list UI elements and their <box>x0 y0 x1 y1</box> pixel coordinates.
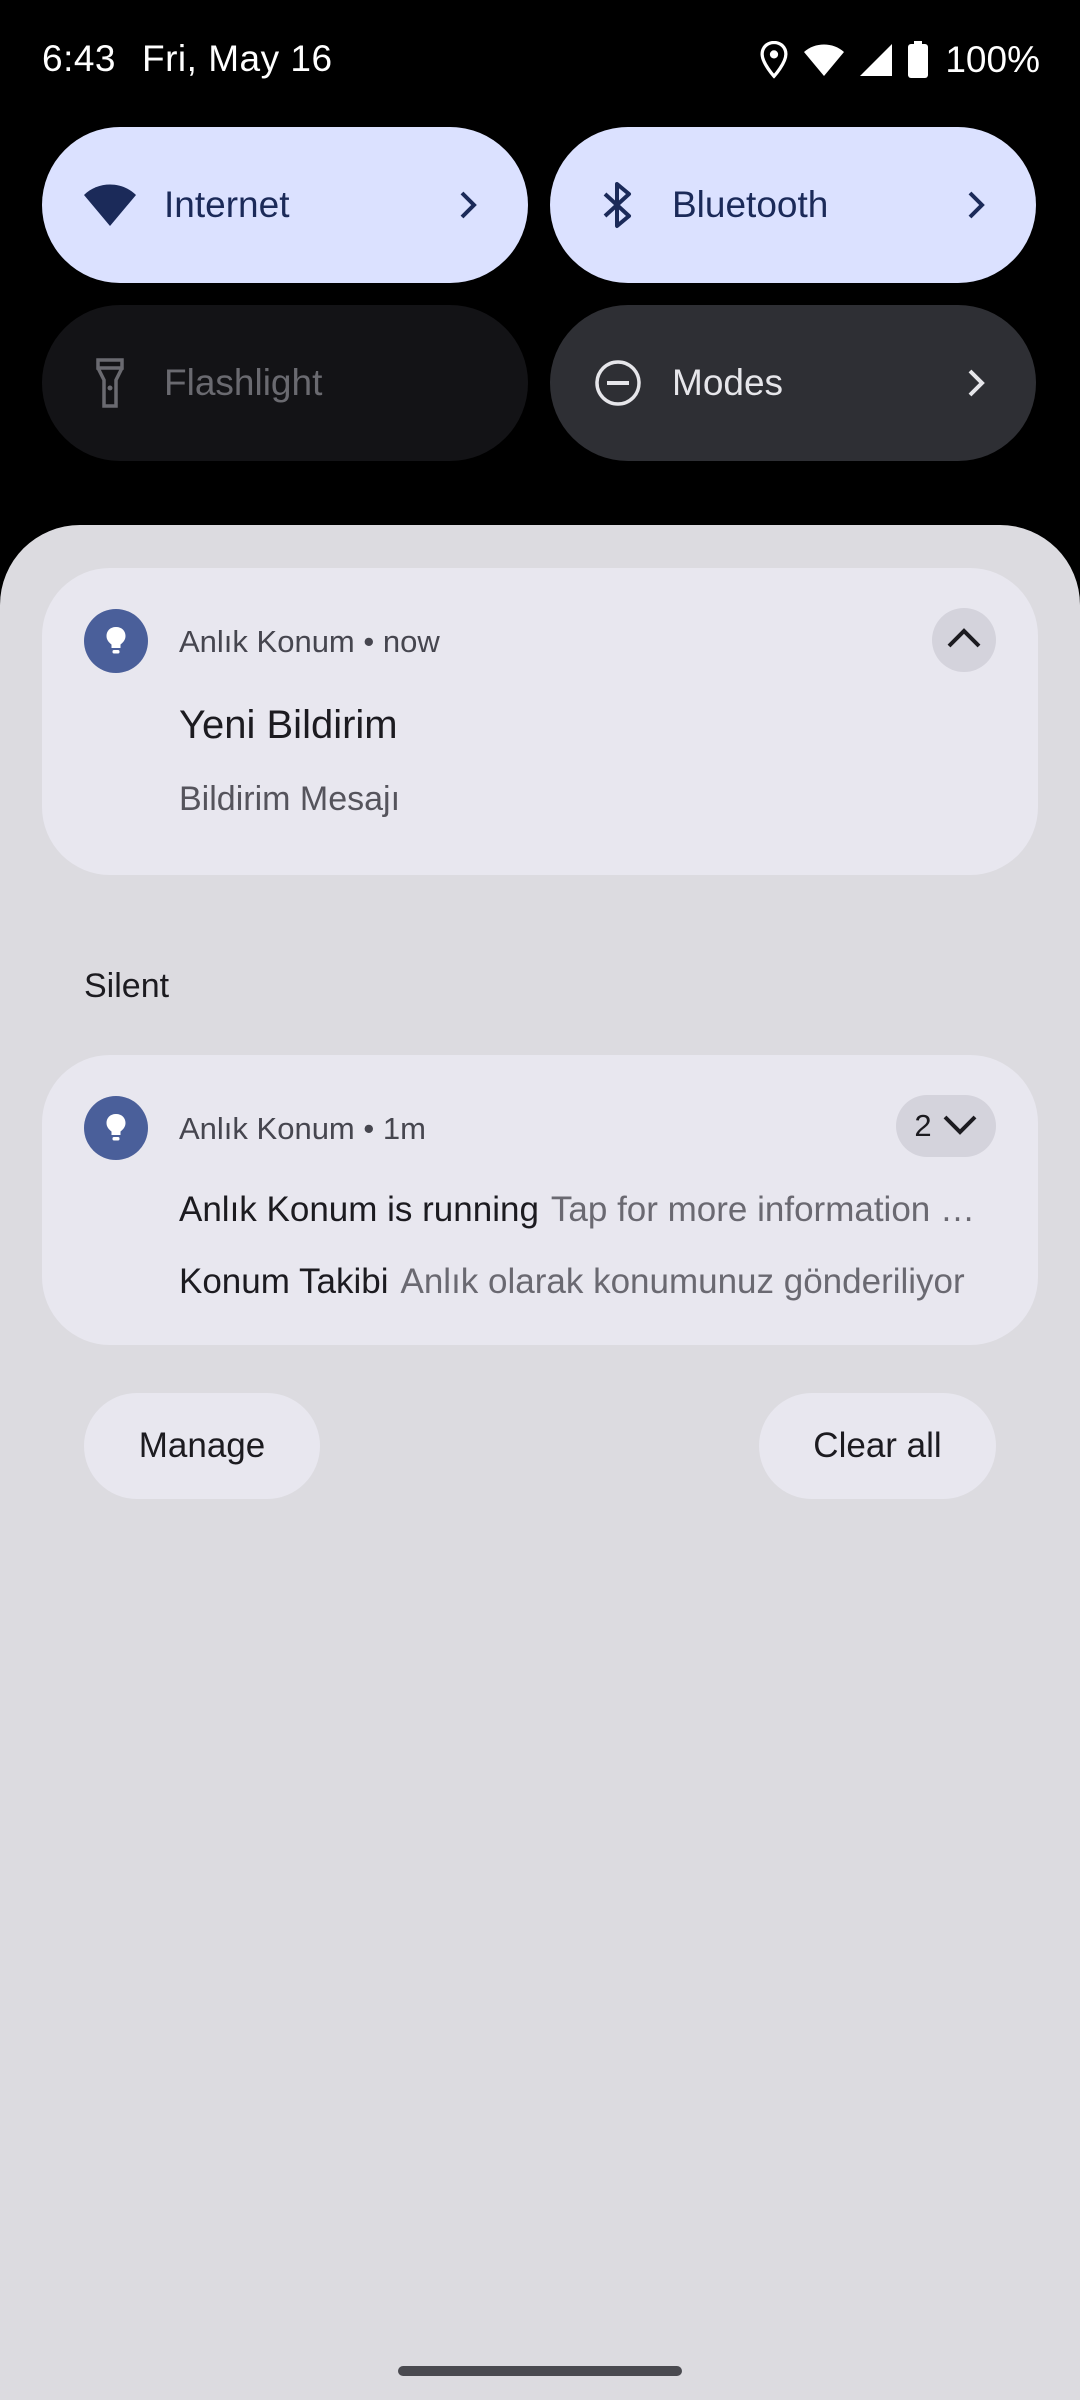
message-sender: Konum Takibi <box>179 1262 389 1301</box>
internet-tile-label: Internet <box>164 184 290 225</box>
home-indicator[interactable] <box>398 2366 682 2376</box>
group-message-row[interactable]: Konum Takibi Anlık olarak konumunuz gönde… <box>179 1262 984 1302</box>
bluetooth-icon <box>590 177 646 233</box>
message-sender: Anlık Konum is running <box>179 1190 539 1229</box>
chevron-down-icon <box>942 1108 978 1144</box>
flashlight-icon <box>82 355 138 411</box>
chevron-right-icon <box>960 367 992 399</box>
silent-section-label: Silent <box>84 967 170 1005</box>
chevron-up-icon <box>946 627 982 654</box>
internet-tile[interactable]: Internet <box>42 127 528 283</box>
message-text: Anlık olarak konumunuz gönderiliyor <box>400 1262 965 1301</box>
bluetooth-tile[interactable]: Bluetooth <box>550 127 1036 283</box>
flashlight-tile[interactable]: Flashlight <box>42 305 528 461</box>
message-text: Tap for more information or to stop the … <box>550 1190 984 1229</box>
clear-all-button[interactable]: Clear all <box>759 1393 996 1499</box>
notification-app-header: Anlık Konum • 1m <box>179 1111 426 1146</box>
location-icon <box>759 41 789 79</box>
status-icons: 100% <box>759 36 1040 84</box>
notification-shade: Anlık Konum • now Yeni Bildirim Bildirim… <box>0 525 1080 2400</box>
wifi-icon <box>82 177 138 233</box>
expand-group-button[interactable]: 2 <box>896 1095 996 1157</box>
notification-card-expanded[interactable]: Anlık Konum • now Yeni Bildirim Bildirim… <box>42 568 1038 875</box>
cell-signal-icon <box>859 43 893 77</box>
wifi-icon <box>803 43 845 77</box>
notification-title: Yeni Bildirim <box>179 703 398 747</box>
chevron-right-icon <box>960 189 992 221</box>
battery-icon <box>907 41 929 79</box>
manage-button[interactable]: Manage <box>84 1393 320 1499</box>
modes-tile-label: Modes <box>672 362 784 403</box>
bluetooth-tile-label: Bluetooth <box>672 184 829 225</box>
battery-percentage: 100% <box>945 39 1040 80</box>
status-date: Fri, May 16 <box>142 38 333 79</box>
notification-card-group[interactable]: Anlık Konum • 1m 2 Anlık Konum is runnin… <box>42 1055 1038 1345</box>
chevron-right-icon <box>452 189 484 221</box>
lightbulb-icon <box>84 1096 148 1160</box>
collapse-button[interactable] <box>932 608 996 672</box>
do-not-disturb-icon <box>590 355 646 411</box>
status-time: 6:43 <box>42 38 117 79</box>
modes-tile[interactable]: Modes <box>550 305 1036 461</box>
notification-app-header: Anlık Konum • now <box>179 624 440 659</box>
status-bar: 6:43 Fri, May 16 100% <box>0 0 1080 124</box>
flashlight-tile-label: Flashlight <box>164 362 323 403</box>
lightbulb-icon <box>84 609 148 673</box>
notification-message: Bildirim Mesajı <box>179 780 401 818</box>
notification-count: 2 <box>914 1108 932 1143</box>
group-message-row[interactable]: Anlık Konum is running Tap for more infor… <box>179 1190 984 1230</box>
notification-shade-screen: 6:43 Fri, May 16 100% Internet Bluetooth… <box>0 0 1080 2400</box>
